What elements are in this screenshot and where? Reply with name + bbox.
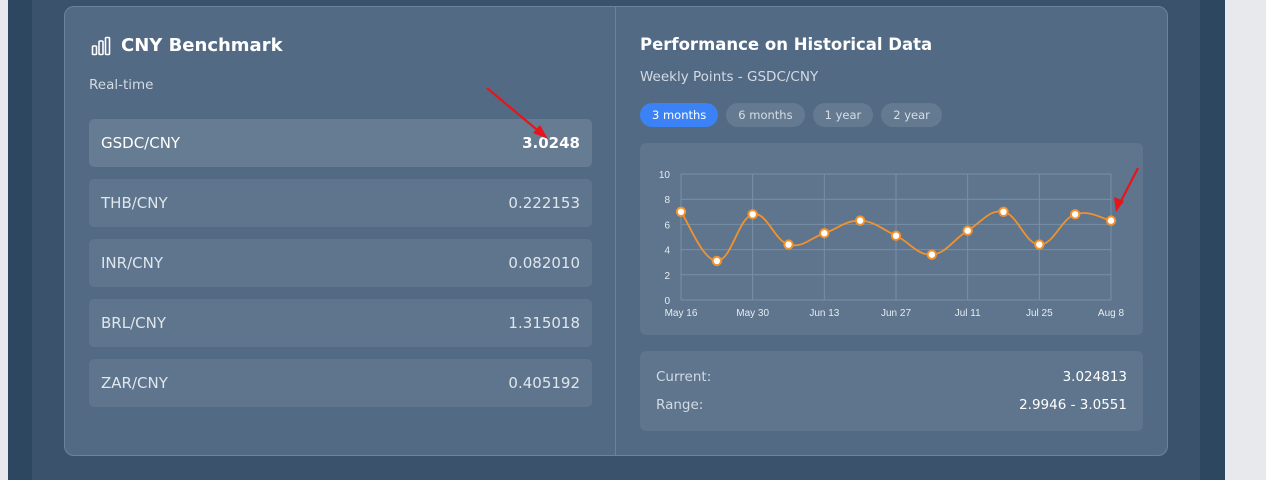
rate-pair: THB/CNY xyxy=(101,194,168,212)
tab-2-year[interactable]: 2 year xyxy=(881,103,942,127)
data-point xyxy=(783,239,794,250)
rate-value: 1.315018 xyxy=(508,314,580,332)
x-tick-label: May 16 xyxy=(665,308,698,319)
data-point xyxy=(1105,215,1117,226)
stats-box: Current: 3.024813 Range: 2.9946 - 3.0551 xyxy=(640,351,1143,431)
rate-value: 3.0248 xyxy=(522,134,580,152)
history-subtitle: Weekly Points - GSDC/CNY xyxy=(640,69,819,85)
rate-row-brl[interactable]: BRL/CNY 1.315018 xyxy=(89,299,592,347)
data-point xyxy=(854,215,866,226)
data-point xyxy=(711,255,723,267)
left-title-row: CNY Benchmark xyxy=(91,35,283,56)
tab-3-months[interactable]: 3 months xyxy=(640,103,719,127)
rate-row-gsdc[interactable]: GSDC/CNY 3.0248 xyxy=(89,119,592,167)
current-row: Current: 3.024813 xyxy=(656,369,1127,385)
x-tick-label: Jun 27 xyxy=(881,308,911,319)
rate-value: 0.405192 xyxy=(508,374,580,392)
data-point xyxy=(998,206,1009,218)
data-point xyxy=(747,209,758,220)
x-tick-label: Jul 11 xyxy=(955,308,981,319)
rate-pair: ZAR/CNY xyxy=(101,374,168,392)
rate-pair: BRL/CNY xyxy=(101,314,166,332)
x-tick-label: Jun 13 xyxy=(809,308,839,319)
rate-value: 0.222153 xyxy=(508,194,580,212)
panel-divider xyxy=(615,7,616,455)
data-point xyxy=(926,249,938,260)
x-tick-label: May 30 xyxy=(736,308,769,319)
y-tick-label: 10 xyxy=(659,170,671,181)
benchmark-card: CNY Benchmark Real-time GSDC/CNY 3.0248 … xyxy=(64,6,1168,456)
y-tick-label: 2 xyxy=(664,271,670,282)
rate-list: GSDC/CNY 3.0248 THB/CNY 0.222153 INR/CNY… xyxy=(89,119,592,419)
data-point xyxy=(1069,209,1081,220)
range-value: 2.9946 - 3.0551 xyxy=(1019,397,1127,413)
left-subtitle: Real-time xyxy=(89,77,154,93)
data-point xyxy=(890,230,902,241)
data-point xyxy=(962,225,973,236)
data-point xyxy=(819,228,830,239)
data-point xyxy=(1034,239,1045,250)
y-tick-label: 0 xyxy=(664,296,670,307)
x-tick-label: Aug 8 xyxy=(1098,308,1125,319)
range-row: Range: 2.9946 - 3.0551 xyxy=(656,397,1127,413)
rate-pair: INR/CNY xyxy=(101,254,163,272)
rate-row-thb[interactable]: THB/CNY 0.222153 xyxy=(89,179,592,227)
rate-row-zar[interactable]: ZAR/CNY 0.405192 xyxy=(89,359,592,407)
range-label: Range: xyxy=(656,397,704,413)
x-tick-label: Jul 25 xyxy=(1026,308,1053,319)
data-point xyxy=(675,206,687,218)
history-chart: 0 2 4 6 8 10 May 16 May 30 Jun 13 Jun 27 Jul 11 Jul… xyxy=(640,143,1143,335)
rate-pair: GSDC/CNY xyxy=(101,134,181,152)
range-tabs: 3 months 6 months 1 year 2 year xyxy=(640,103,950,127)
bar-chart-icon xyxy=(91,36,111,55)
current-value: 3.024813 xyxy=(1062,369,1127,385)
rate-row-inr[interactable]: INR/CNY 0.082010 xyxy=(89,239,592,287)
tab-6-months[interactable]: 6 months xyxy=(726,103,805,127)
rate-value: 0.082010 xyxy=(508,254,580,272)
current-label: Current: xyxy=(656,369,712,385)
left-title: CNY Benchmark xyxy=(121,35,283,56)
y-tick-label: 8 xyxy=(664,195,670,206)
y-tick-label: 6 xyxy=(664,220,670,231)
history-title: Performance on Historical Data xyxy=(640,35,933,54)
y-tick-label: 4 xyxy=(664,246,670,257)
tab-1-year[interactable]: 1 year xyxy=(812,103,874,127)
line-chart-svg: 0 2 4 6 8 10 May 16 May 30 Jun 13 Jun 27 Jul 11 Jul… xyxy=(659,170,1125,319)
